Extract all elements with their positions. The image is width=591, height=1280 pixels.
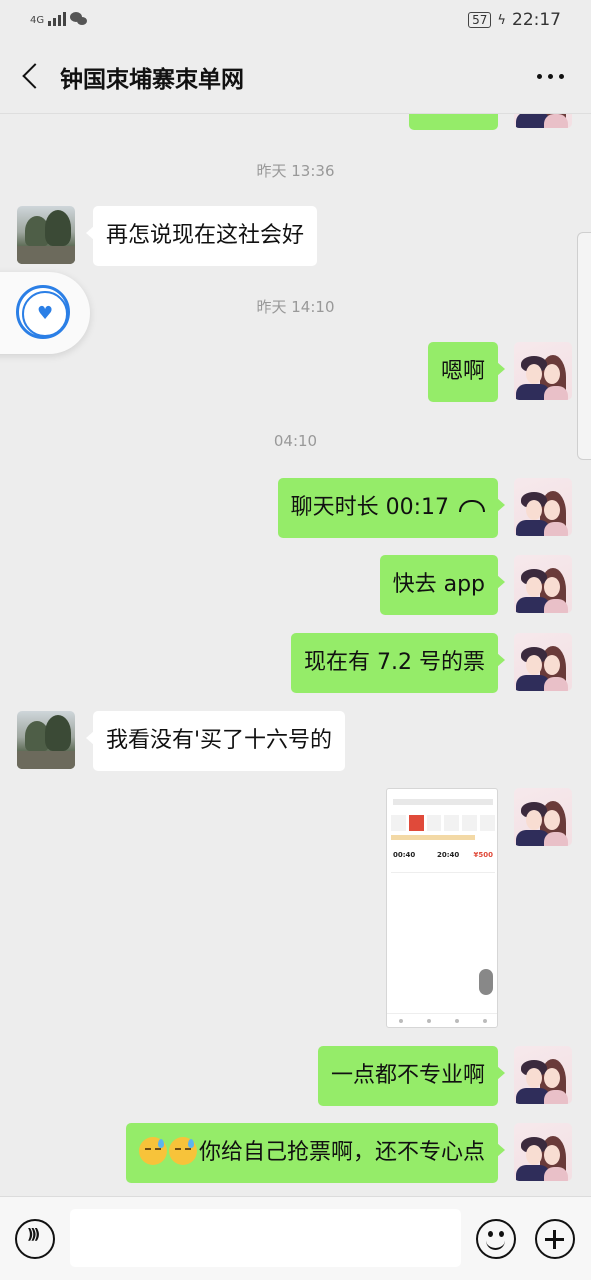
message-bubble[interactable]: 再怎说现在这社会好 bbox=[85, 206, 318, 266]
voice-input-icon[interactable] bbox=[15, 1219, 55, 1259]
message-bubble[interactable]: 嗯啊 bbox=[427, 342, 506, 402]
self-avatar[interactable] bbox=[514, 1123, 572, 1181]
message-list[interactable]: 昨天 13:36 再怎说现在这社会好 昨天 14:10 嗯啊 04:10 聊天时… bbox=[0, 114, 591, 1196]
message-bubble[interactable]: 现在有 7.2 号的票 bbox=[291, 633, 505, 693]
floating-assistant-button[interactable]: ♥ bbox=[0, 272, 90, 354]
status-left: 4G bbox=[30, 10, 88, 26]
message-text: 嗯啊 bbox=[440, 359, 485, 384]
sweat-face-emoji-icon bbox=[138, 1137, 167, 1165]
globe-heart-icon: ♥ bbox=[16, 285, 70, 339]
image-message-thumbnail[interactable]: 00:40 20:40 ¥500 bbox=[386, 788, 498, 1028]
status-bar: 4G 57 ϟ 22:17 bbox=[0, 0, 591, 40]
message-text: 你给自己抢票啊，还不专心点 bbox=[198, 1140, 485, 1165]
clock: 22:17 bbox=[512, 10, 561, 30]
self-avatar[interactable] bbox=[514, 788, 572, 846]
contact-avatar[interactable] bbox=[17, 206, 75, 264]
sweat-face-emoji-icon bbox=[168, 1137, 197, 1165]
thumb-arrive-time: 20:40 bbox=[437, 851, 460, 859]
network-type: 4G bbox=[30, 15, 45, 26]
message-bubble[interactable]: 你给自己抢票啊，还不专心点 bbox=[125, 1123, 506, 1183]
previous-message-bubble[interactable] bbox=[409, 114, 498, 130]
timestamp: 昨天 13:36 bbox=[256, 162, 335, 180]
message-bubble[interactable]: 一点都不专业啊 bbox=[317, 1046, 506, 1106]
phone-hangup-icon bbox=[459, 500, 485, 512]
message-bubble[interactable]: 我看没有'买了十六号的 bbox=[85, 711, 346, 771]
battery-icon: 57 bbox=[468, 12, 492, 28]
message-text: 我看没有'买了十六号的 bbox=[106, 728, 333, 753]
signal-icon bbox=[48, 10, 67, 26]
more-options-icon[interactable] bbox=[535, 66, 565, 86]
emoji-icon[interactable] bbox=[476, 1219, 516, 1259]
self-avatar[interactable] bbox=[514, 342, 572, 400]
contact-avatar[interactable] bbox=[17, 711, 75, 769]
back-arrow-icon[interactable] bbox=[18, 62, 44, 92]
self-avatar[interactable] bbox=[514, 114, 572, 128]
self-avatar[interactable] bbox=[514, 555, 572, 613]
timestamp: 04:10 bbox=[273, 432, 318, 450]
self-avatar[interactable] bbox=[514, 633, 572, 691]
self-avatar[interactable] bbox=[514, 1046, 572, 1104]
message-bubble[interactable]: 快去 app bbox=[379, 555, 506, 615]
message-text: 一点都不专业啊 bbox=[330, 1063, 485, 1088]
scrollbar[interactable] bbox=[577, 232, 591, 460]
thumb-price: ¥500 bbox=[473, 851, 493, 859]
thumb-depart-time: 00:40 bbox=[393, 851, 416, 859]
message-text: 聊天时长 00:17 bbox=[290, 495, 449, 520]
input-bar bbox=[0, 1196, 591, 1280]
message-text: 快去 app bbox=[392, 572, 485, 597]
charging-icon: ϟ bbox=[497, 12, 506, 28]
call-record-bubble[interactable]: 聊天时长 00:17 bbox=[277, 478, 506, 538]
wechat-notification-icon bbox=[70, 12, 88, 26]
add-attachment-icon[interactable] bbox=[535, 1219, 575, 1259]
chat-header: 钟国朿埔寨朿单网 bbox=[0, 40, 591, 114]
message-text: 现在有 7.2 号的票 bbox=[304, 650, 485, 675]
chat-title: 钟国朿埔寨朿单网 bbox=[60, 67, 244, 93]
message-text: 再怎说现在这社会好 bbox=[106, 223, 305, 248]
message-input[interactable] bbox=[70, 1209, 461, 1267]
status-right: 57 ϟ 22:17 bbox=[468, 10, 561, 30]
self-avatar[interactable] bbox=[514, 478, 572, 536]
